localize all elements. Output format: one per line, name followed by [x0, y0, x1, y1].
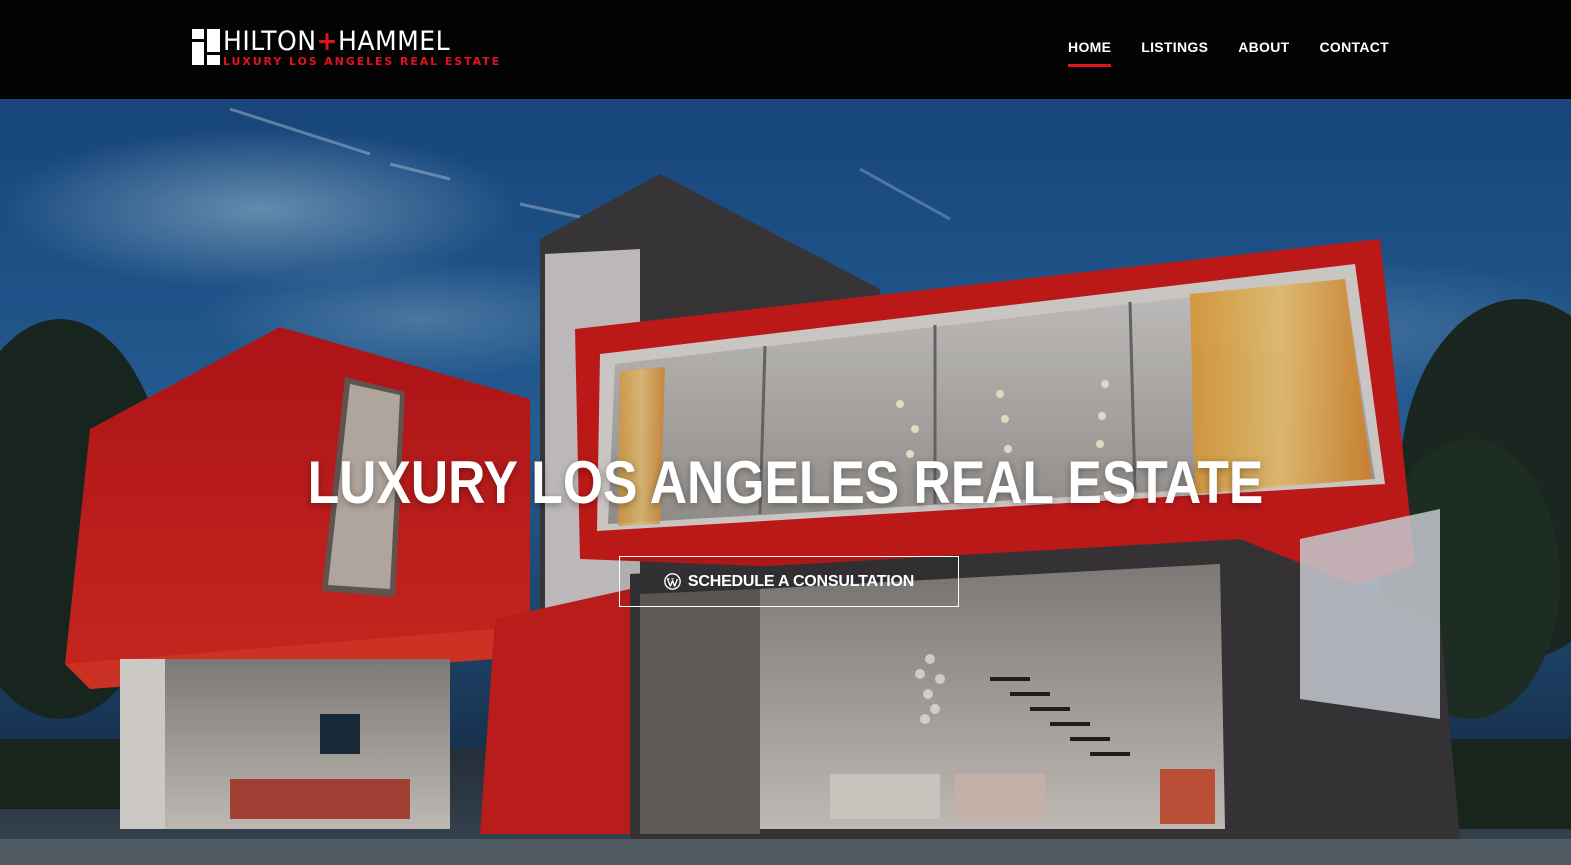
schedule-consultation-label: SCHEDULE A CONSULTATION [687, 572, 915, 590]
main-nav: HOME LISTINGS ABOUT CONTACT [1068, 39, 1389, 67]
hero-section: LUXURY LOS ANGELES REAL ESTATE SCHEDULE … [0, 99, 1571, 865]
site-logo[interactable]: HILTON+HAMMEL LUXURY LOS ANGELES REAL ES… [192, 26, 501, 69]
logo-name: HILTON+HAMMEL [223, 26, 451, 57]
nav-item-listings[interactable]: LISTINGS [1141, 39, 1208, 67]
page: HILTON+HAMMEL LUXURY LOS ANGELES REAL ES… [0, 0, 1571, 865]
site-header: HILTON+HAMMEL LUXURY LOS ANGELES REAL ES… [0, 0, 1571, 99]
logo-text: HILTON+HAMMEL LUXURY LOS ANGELES REAL ES… [223, 26, 501, 68]
hero-title: LUXURY LOS ANGELES REAL ESTATE [307, 449, 1264, 516]
nav-item-about[interactable]: ABOUT [1238, 39, 1289, 67]
nav-item-contact[interactable]: CONTACT [1320, 39, 1390, 67]
schedule-consultation-button[interactable]: SCHEDULE A CONSULTATION [619, 556, 959, 607]
wordpress-icon [664, 573, 681, 590]
nav-item-home[interactable]: HOME [1068, 39, 1112, 67]
logo-mark-icon [192, 29, 220, 65]
logo-tagline: LUXURY LOS ANGELES REAL ESTATE [223, 55, 501, 68]
